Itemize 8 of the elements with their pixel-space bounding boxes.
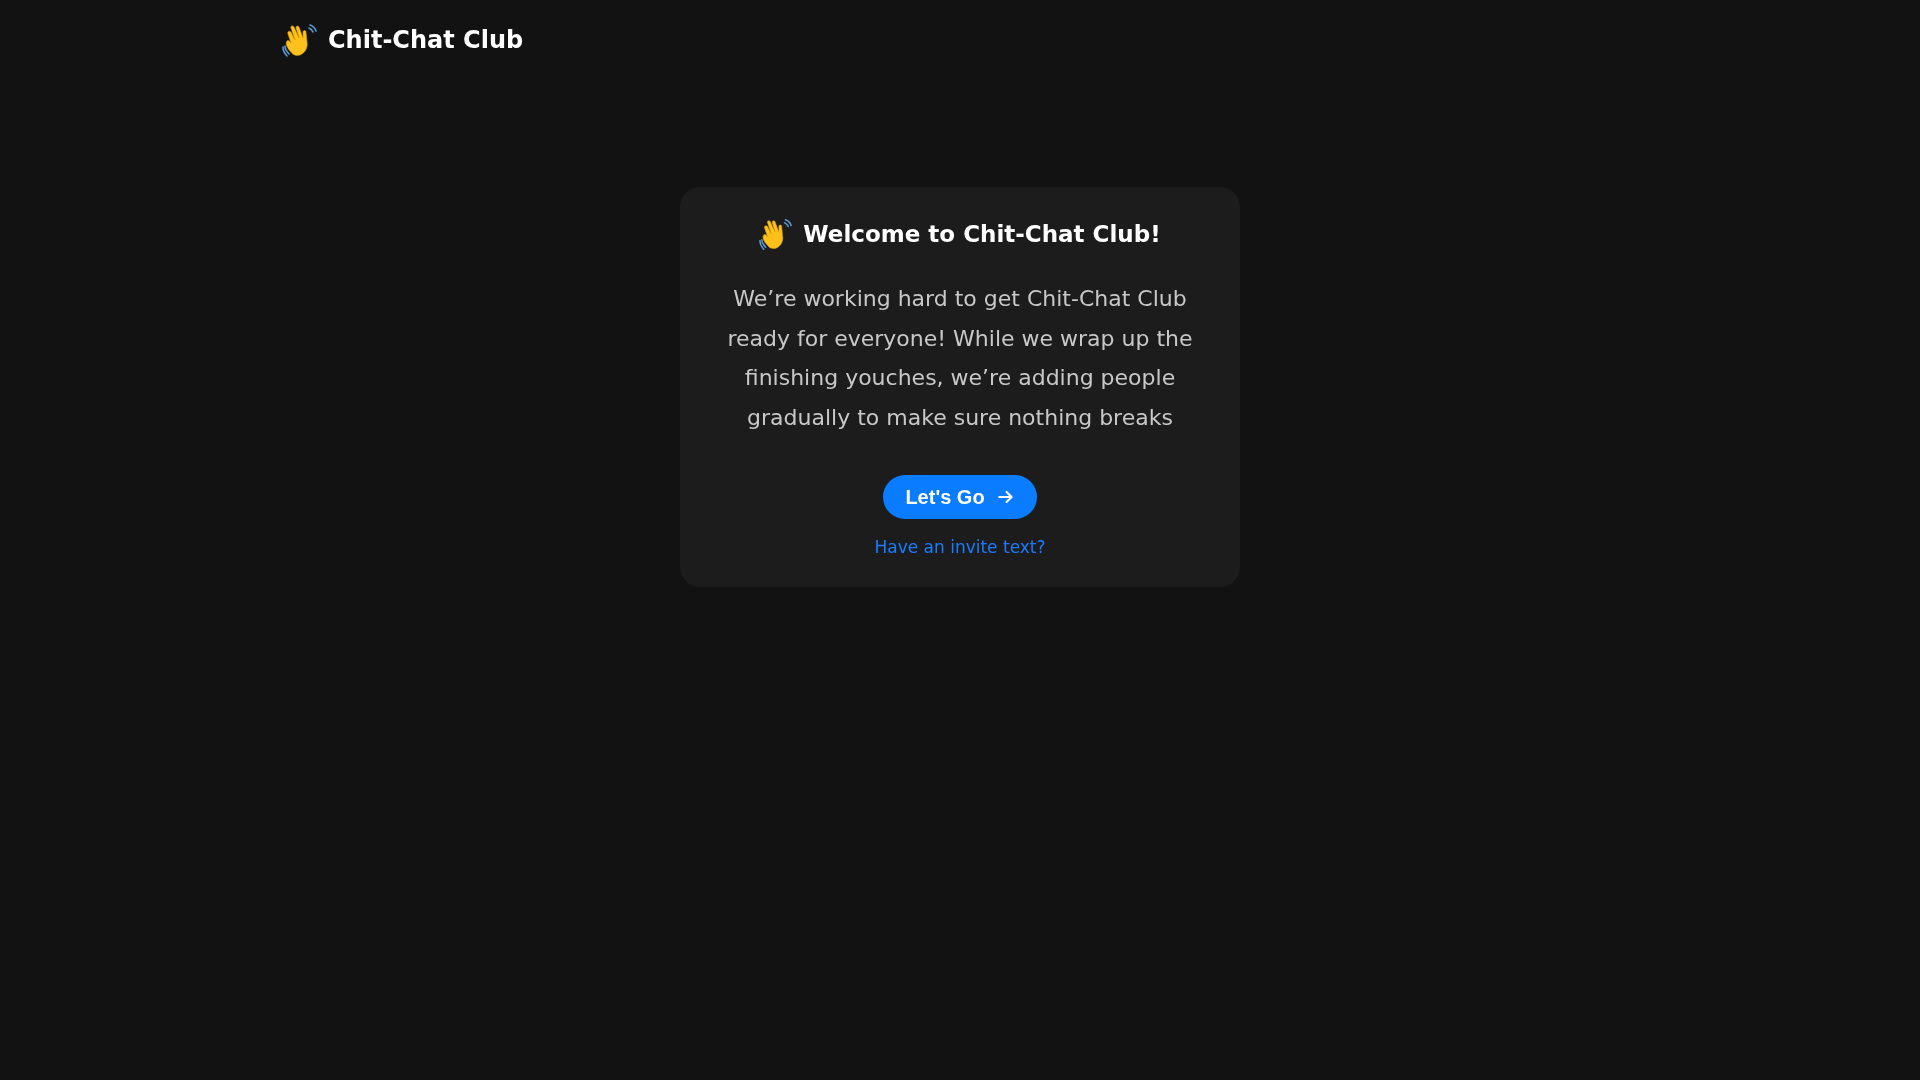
arrow-right-icon (996, 488, 1015, 506)
welcome-message: We’re working hard to get Chit-Chat Club ready for everyone! While we wrap up the finishing youches, we’re adding people gradually to make sure nothing breaks (726, 285, 1194, 432)
card-title: Welcome to Chit-Chat Club! (803, 221, 1161, 247)
waving-hand-icon (759, 217, 794, 251)
brand-name: Chit-Chat Club (328, 26, 524, 54)
lets-go-button[interactable]: Let's Go (883, 475, 1037, 519)
invite-text-link[interactable]: Have an invite text? (874, 537, 1046, 557)
waving-hand-icon (282, 22, 318, 58)
